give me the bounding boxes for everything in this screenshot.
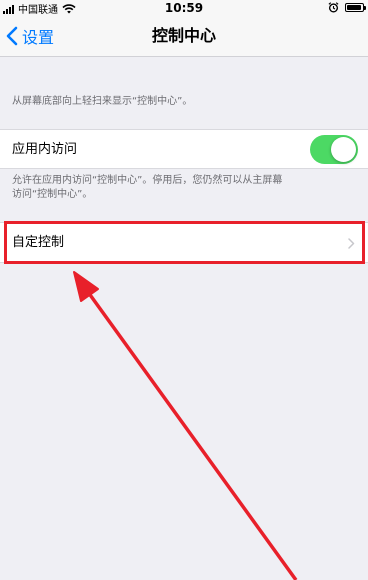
toggle-knob [331,137,356,162]
status-time: 10:59 [164,1,204,15]
access-footnote: 允许在应用内访问“控制中心”。停用后，您仍然可以从主屏幕 访问“控制中心”。 [12,174,282,202]
access-within-apps-row: 应用内访问 [0,129,368,169]
access-within-apps-toggle[interactable] [310,135,358,164]
nav-bar: 设置 控制中心 [0,16,368,57]
annotation-arrow [73,271,298,580]
alarm-icon [328,2,339,13]
status-bar: 中国联通 10:59 [0,0,368,16]
access-footnote-line-2: 访问“控制中心”。 [12,189,93,200]
battery-fill [347,5,362,10]
battery-icon [345,3,366,12]
status-right [328,2,366,13]
access-footnote-line-1: 允许在应用内访问“控制中心”。停用后，您仍然可以从主屏幕 [12,175,283,186]
customize-controls-label: 自定控制 [12,235,65,250]
access-within-apps-label: 应用内访问 [12,142,78,157]
customize-controls-row[interactable]: 自定控制 [0,222,368,263]
page-title: 控制中心 [151,26,216,45]
chevron-right-icon [348,238,355,249]
intro-footnote: 从屏幕底部向上轻扫来显示“控制中心”。 [12,96,193,107]
